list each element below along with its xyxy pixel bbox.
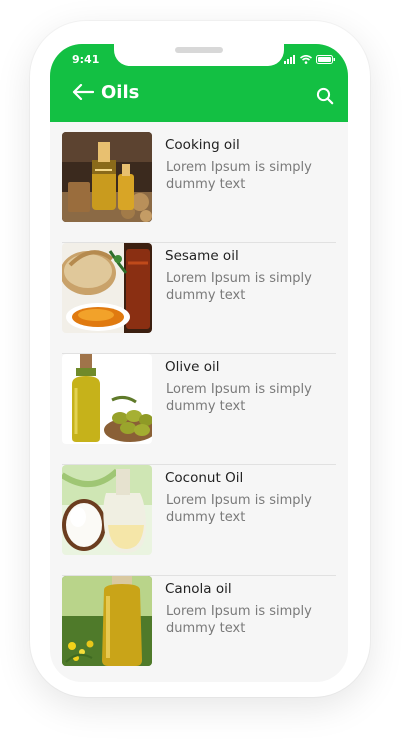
item-description: Lorem Ipsum is simply dummy text bbox=[166, 160, 312, 192]
cooking-oil-image bbox=[62, 132, 152, 222]
item-description: Lorem Ipsum is simply dummy text bbox=[166, 604, 312, 636]
stage: 9:41 Oils Cooking oil Lorem Ipsum is sim… bbox=[0, 0, 414, 747]
item-name: Coconut Oil bbox=[165, 470, 244, 486]
page-title: Oils bbox=[101, 82, 140, 103]
item-name: Canola oil bbox=[165, 581, 232, 597]
list-item[interactable]: Olive oil Lorem Ipsum is simply dummy te… bbox=[62, 354, 336, 465]
oil-list: Cooking oil Lorem Ipsum is simply dummy … bbox=[62, 132, 336, 682]
status-icons bbox=[284, 55, 336, 64]
notch bbox=[114, 44, 284, 66]
list-item[interactable]: Sesame oil Lorem Ipsum is simply dummy t… bbox=[62, 243, 336, 354]
item-description: Lorem Ipsum is simply dummy text bbox=[166, 382, 312, 414]
wifi-icon bbox=[300, 55, 312, 64]
list-item[interactable]: Cooking oil Lorem Ipsum is simply dummy … bbox=[62, 132, 336, 243]
cellular-signal-icon bbox=[284, 55, 295, 64]
item-name: Sesame oil bbox=[165, 248, 239, 264]
list-item[interactable]: Canola oil Lorem Ipsum is simply dummy t… bbox=[62, 576, 336, 682]
canola-oil-image bbox=[62, 576, 152, 666]
item-name: Cooking oil bbox=[165, 137, 240, 153]
phone-screen: 9:41 Oils Cooking oil Lorem Ipsum is sim… bbox=[50, 44, 348, 682]
speaker bbox=[175, 47, 223, 53]
olive-oil-image bbox=[62, 354, 152, 444]
sesame-oil-image bbox=[62, 243, 152, 333]
item-description: Lorem Ipsum is simply dummy text bbox=[166, 493, 312, 525]
search-icon[interactable] bbox=[316, 87, 334, 105]
status-time: 9:41 bbox=[72, 53, 100, 66]
item-description: Lorem Ipsum is simply dummy text bbox=[166, 271, 312, 303]
battery-icon bbox=[316, 55, 335, 64]
list-item[interactable]: Coconut Oil Lorem Ipsum is simply dummy … bbox=[62, 465, 336, 576]
app-bar: 9:41 Oils bbox=[50, 44, 348, 122]
left-arrow-icon[interactable] bbox=[72, 84, 94, 100]
item-name: Olive oil bbox=[165, 359, 220, 375]
coconut-oil-image bbox=[62, 465, 152, 555]
